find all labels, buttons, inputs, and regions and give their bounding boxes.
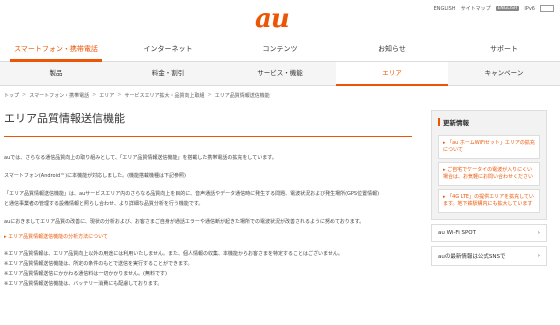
english-badge[interactable]: ENGLISH xyxy=(495,6,520,11)
note-4: ※エリア品質情報送信機能は、バッテリー消費にも配慮しております。 xyxy=(4,281,163,287)
snav-campaign[interactable]: キャンペーン xyxy=(448,62,560,85)
intro-text: auでは、さらなる通信品質向上の取り組みとして、「エリア品質情報送信機能」を搭載… xyxy=(4,155,277,161)
utility-links: ENGLISH サイトマップ ENGLISH IPv6 xyxy=(434,5,554,12)
crumb-current: エリア品質情報送信機能 xyxy=(214,93,270,99)
title-bar-icon xyxy=(438,118,440,126)
crumb-top[interactable]: トップ xyxy=(4,92,19,99)
english-link[interactable]: ENGLISH xyxy=(434,6,456,12)
crumb-quality[interactable]: サービスエリア拡大・品質向上取組 xyxy=(125,92,205,99)
note-2: ※エリア品質情報送信機能は、所定の条件のもとで送信を実行することができます。 xyxy=(4,261,193,267)
au-logo[interactable]: au xyxy=(255,6,290,32)
snav-services[interactable]: サービス・機能 xyxy=(224,62,336,85)
gnav-smartphone[interactable]: スマートフォン・携帯電話 xyxy=(0,38,112,62)
ipv6-label: IPv6 xyxy=(524,5,535,12)
breadcrumb: トップ > スマートフォン・携帯電話 > エリア > サービスエリア拡大・品質向上取組… xyxy=(4,92,270,99)
sub-nav: 製品 料金・割引 サービス・機能 エリア キャンペーン xyxy=(0,62,560,86)
gnav-internet[interactable]: インターネット xyxy=(112,38,224,61)
crumb-area[interactable]: エリア xyxy=(99,92,114,99)
snav-pricing[interactable]: 料金・割引 xyxy=(112,62,224,85)
android-text: スマートフォン(Android™)に本機能が対応しました。(機能搭載機種は下記参… xyxy=(4,173,186,179)
search-icon[interactable] xyxy=(540,5,554,12)
header: au ENGLISH サイトマップ ENGLISH IPv6 xyxy=(0,0,560,40)
gnav-news[interactable]: お知らせ xyxy=(336,38,448,61)
snav-area[interactable]: エリア xyxy=(336,62,448,86)
news-item-2[interactable]: ▸ ご自宅でケータイの電波が入りにくい場合は、お気軽にお問い合わせください xyxy=(438,162,540,186)
global-nav: スマートフォン・携帯電話 インターネット コンテンツ お知らせ サポート xyxy=(0,38,560,62)
feature-text-1: 「エリア品質情報送信機能」は、auサービスエリア内のさらなる品質向上を目的に、音… xyxy=(4,191,380,197)
gnav-support[interactable]: サポート xyxy=(448,38,560,61)
news-panel-title: 更新情報 xyxy=(438,117,540,132)
news-item-3[interactable]: ▸ 「4G LTE」の提供エリアを拡充しています。地下鉄駅構内にも拡大しています xyxy=(438,189,540,213)
note-1: ※エリア品質情報は、エリア品質向上以外の用途には利用いたしません。また、個人情報… xyxy=(4,251,343,257)
feature-text-2: と通信事業者の管理する設備情報と照らし合わせ、より詳細な品質分析を行う機能です。 xyxy=(4,201,204,207)
snav-products[interactable]: 製品 xyxy=(0,62,112,85)
wifi-spot-link[interactable]: au Wi-Fi SPOT › xyxy=(431,224,547,242)
news-item-1[interactable]: ▸ 「au ホームWiFiセット」エリアの拡充について xyxy=(438,135,540,159)
analysis-text: auにおきましてエリア品質の改善に、現状の分析および、お客さまご自身が通話エラー… xyxy=(4,219,365,225)
analysis-method-link[interactable]: ▸ エリア品質情報送信機能の分析方法について xyxy=(4,233,412,240)
gnav-contents[interactable]: コンテンツ xyxy=(224,38,336,61)
sns-link[interactable]: auの最新情報は公式SNSで › xyxy=(431,246,547,266)
page-title: エリア品質情報送信機能 xyxy=(4,110,412,137)
chevron-right-icon: › xyxy=(537,230,540,236)
sidebar: 更新情報 ▸ 「au ホームWiFiセット」エリアの拡充について ▸ ご自宅でケ… xyxy=(431,110,547,266)
news-panel: 更新情報 ▸ 「au ホームWiFiセット」エリアの拡充について ▸ ご自宅でケ… xyxy=(431,110,547,220)
sitemap-link[interactable]: サイトマップ xyxy=(461,5,491,12)
note-3: ※エリア品質情報送信にかかわる通信料は一切かかりません。(無料です) xyxy=(4,271,167,277)
main-content: エリア品質情報送信機能 auでは、さらなる通信品質向上の取り組みとして、「エリア… xyxy=(4,110,412,288)
chevron-right-icon: › xyxy=(537,253,540,259)
crumb-smartphone[interactable]: スマートフォン・携帯電話 xyxy=(29,92,89,99)
